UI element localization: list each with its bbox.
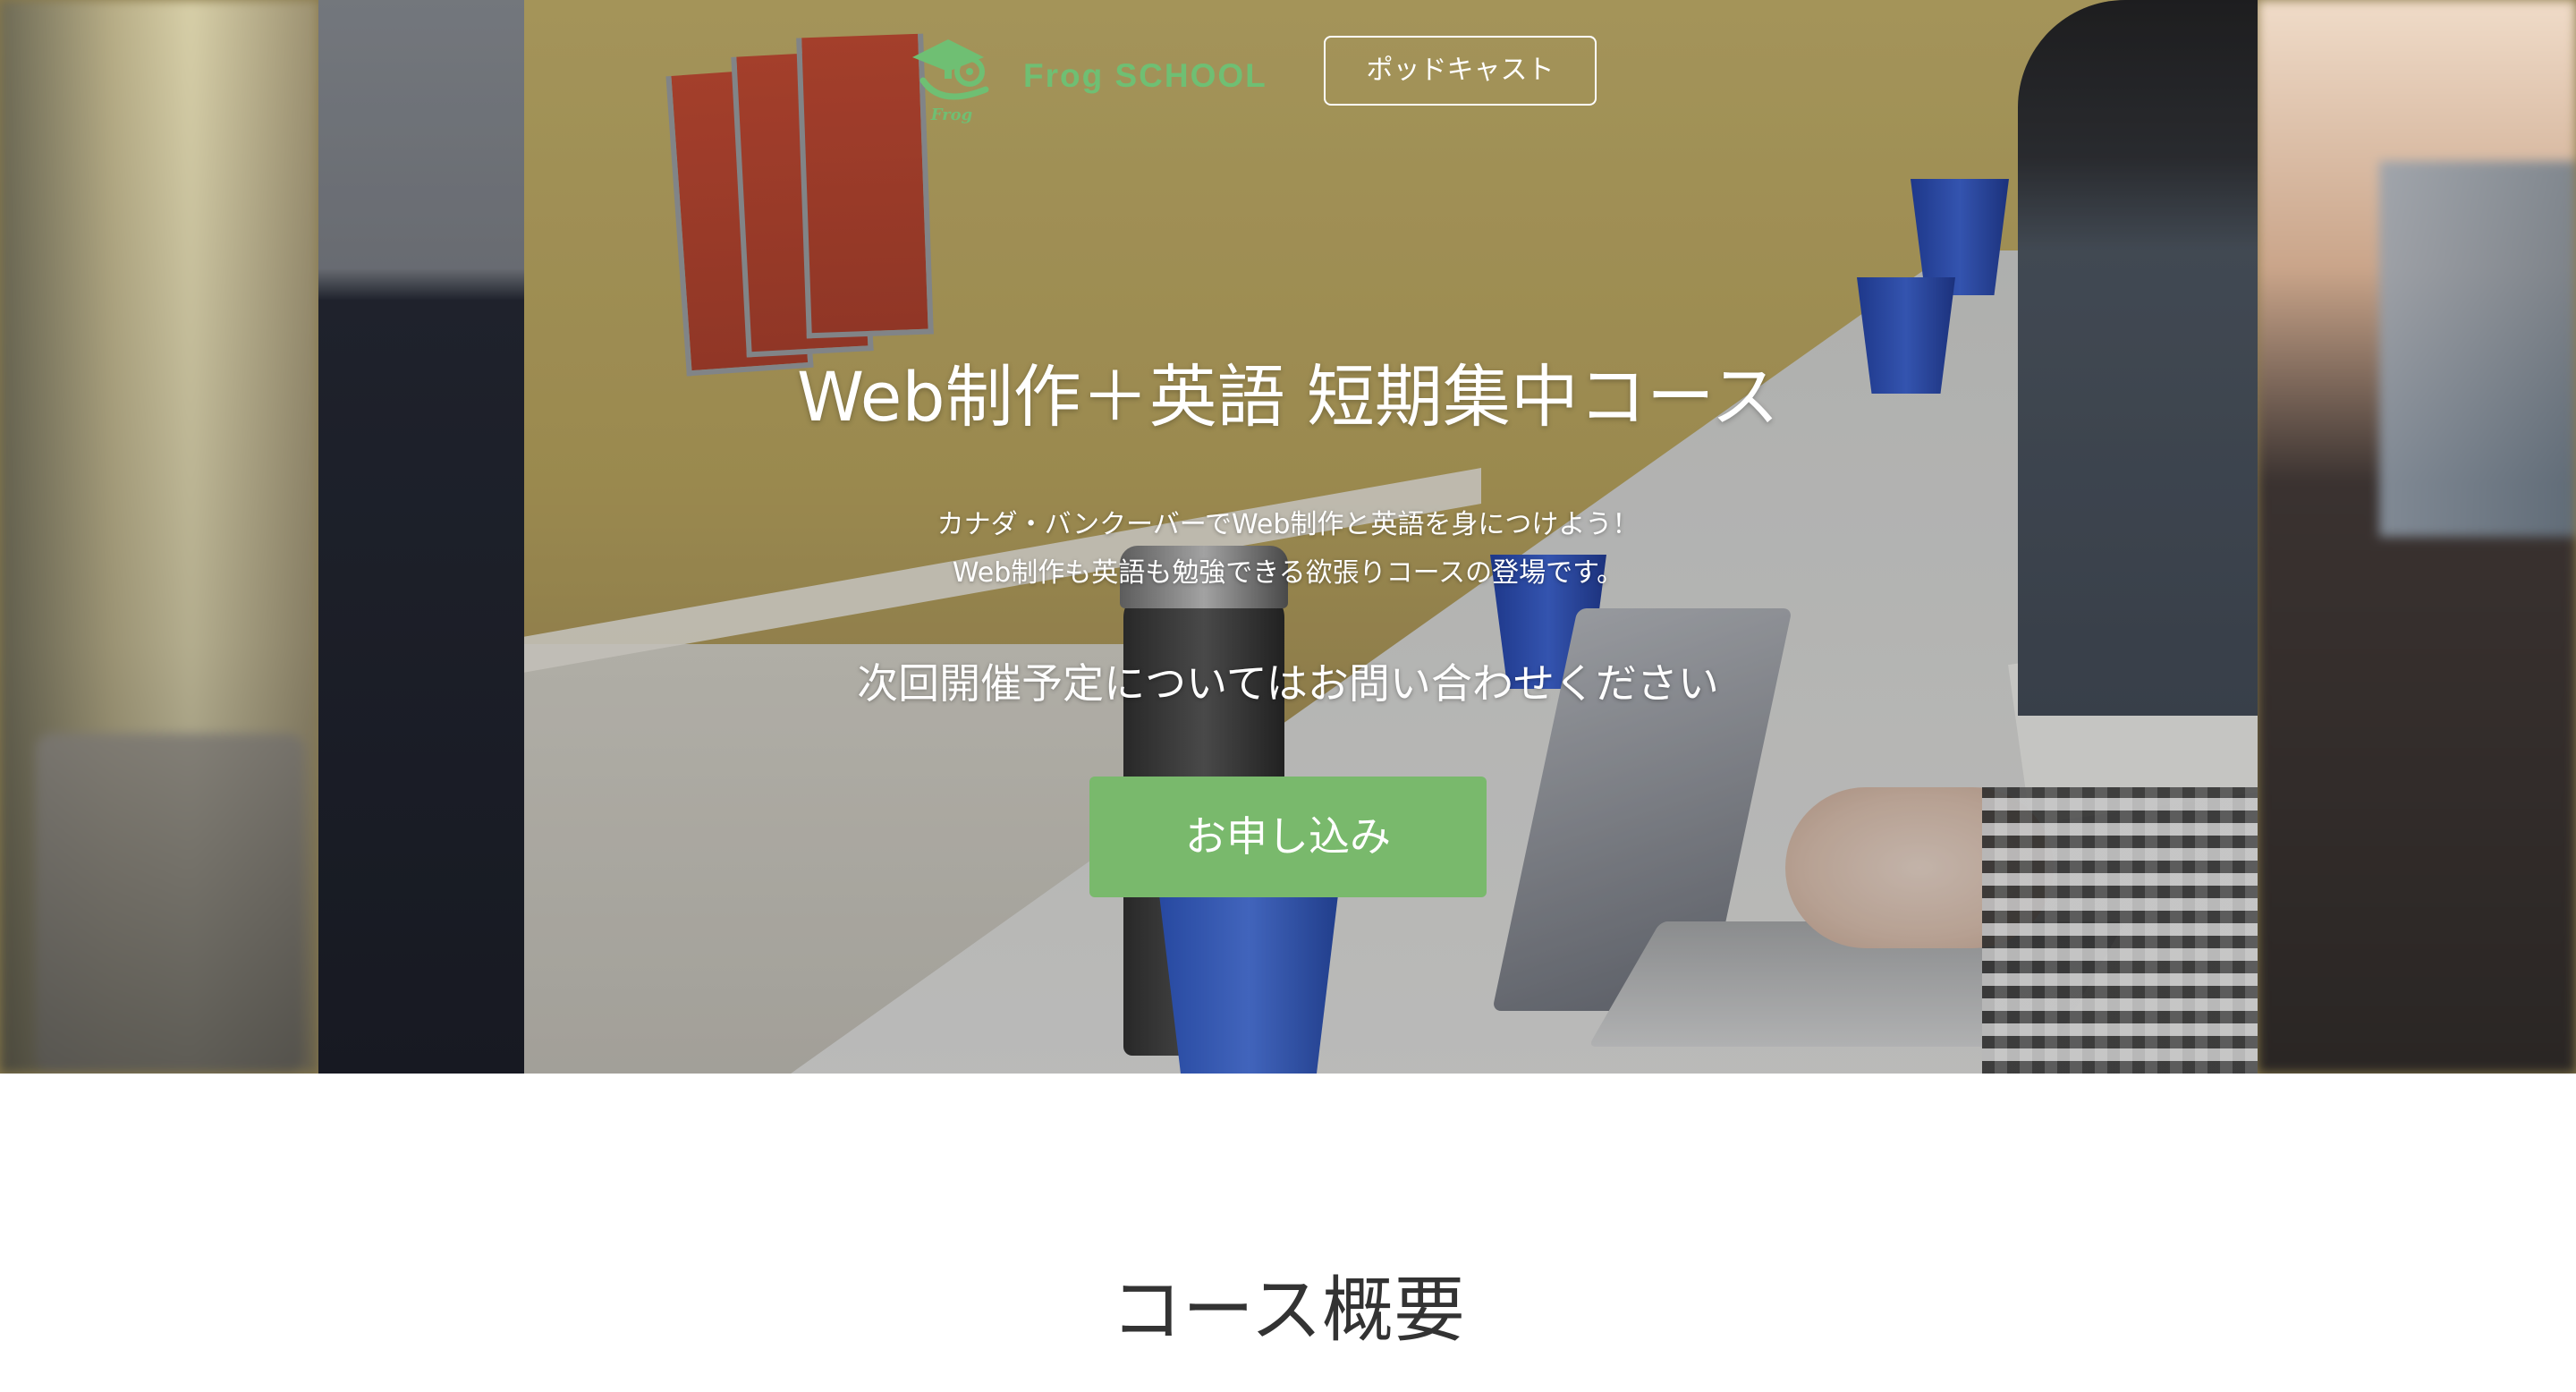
next-session-notice: 次回開催予定についてはお問い合わせください xyxy=(857,659,1719,708)
apply-button[interactable]: お申し込み xyxy=(1089,777,1487,897)
podcast-button[interactable]: ポッドキャスト xyxy=(1324,36,1597,106)
hero-title: Web制作＋英語 短期集中コース xyxy=(796,357,1780,437)
frog-with-graduation-cap-icon: Frog xyxy=(912,39,989,124)
course-overview-heading: コース概要 xyxy=(1111,1269,1465,1352)
logo-text: Frog SCHOOL xyxy=(1023,57,1267,94)
hero-description-line: Web制作も英語も勉強できる欲張りコースの登場です。 xyxy=(952,557,1624,589)
hero-background-right-blur xyxy=(2258,0,2576,1074)
logo-mark-text: Frog xyxy=(930,106,973,124)
hero-background-left-blur xyxy=(0,0,318,1074)
hero-description: カナダ・バンクーバーでWeb制作と英語を身につけよう！ Web制作も英語も勉強で… xyxy=(318,501,2258,598)
site-logo[interactable]: Frog Frog SCHOOL xyxy=(905,27,1281,125)
hero-description-line: カナダ・バンクーバーでWeb制作と英語を身につけよう！ xyxy=(936,509,1640,540)
